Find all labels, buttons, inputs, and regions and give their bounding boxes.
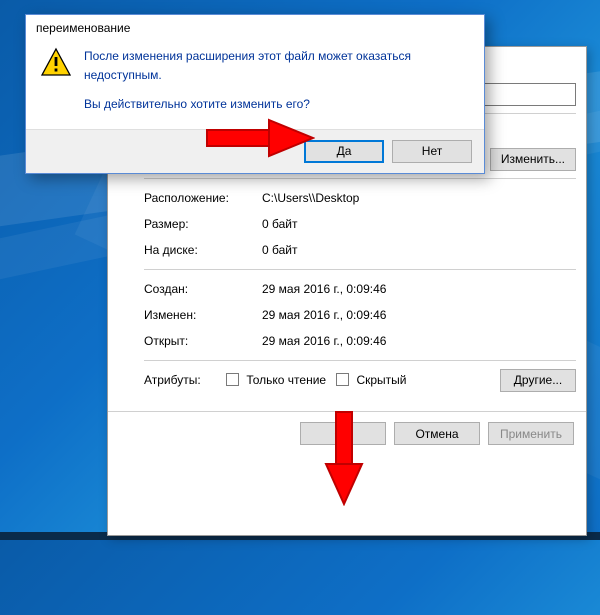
attributes-label: Атрибуты: <box>144 373 226 387</box>
dialog-footer: OK Отмена Применить <box>108 411 586 457</box>
hidden-checkbox[interactable]: Скрытый <box>336 373 406 387</box>
ok-button[interactable]: OK <box>300 422 386 445</box>
readonly-checkbox-label: Только чтение <box>246 373 326 387</box>
divider <box>144 178 576 179</box>
rename-confirm-dialog: переименование После изменения расширени… <box>25 14 485 174</box>
size-value: 0 байт <box>262 217 576 231</box>
checkbox-icon <box>226 373 239 386</box>
divider <box>144 360 576 361</box>
created-label: Создан: <box>144 282 262 296</box>
dialog-message-1: После изменения расширения этот файл мож… <box>84 47 470 85</box>
dialog-title[interactable]: переименование <box>26 15 484 41</box>
opened-value: 29 мая 2016 г., 0:09:46 <box>262 334 576 348</box>
change-app-button[interactable]: Изменить... <box>490 148 576 171</box>
opened-label: Открыт: <box>144 334 262 348</box>
location-label: Расположение: <box>144 191 262 205</box>
checkbox-icon <box>336 373 349 386</box>
hidden-checkbox-label: Скрытый <box>356 373 406 387</box>
location-value: C:\Users\\Desktop <box>262 191 576 205</box>
other-attributes-button[interactable]: Другие... <box>500 369 576 392</box>
yes-button[interactable]: Да <box>304 140 384 163</box>
cancel-button[interactable]: Отмена <box>394 422 480 445</box>
divider <box>144 269 576 270</box>
dialog-message-2: Вы действительно хотите изменить его? <box>84 95 470 114</box>
modified-label: Изменен: <box>144 308 262 322</box>
created-value: 29 мая 2016 г., 0:09:46 <box>262 282 576 296</box>
readonly-checkbox[interactable]: Только чтение <box>226 373 326 387</box>
size-on-disk-value: 0 байт <box>262 243 576 257</box>
size-label: Размер: <box>144 217 262 231</box>
apply-button[interactable]: Применить <box>488 422 574 445</box>
modified-value: 29 мая 2016 г., 0:09:46 <box>262 308 576 322</box>
size-on-disk-label: На диске: <box>144 243 262 257</box>
no-button[interactable]: Нет <box>392 140 472 163</box>
warning-icon <box>40 47 72 115</box>
